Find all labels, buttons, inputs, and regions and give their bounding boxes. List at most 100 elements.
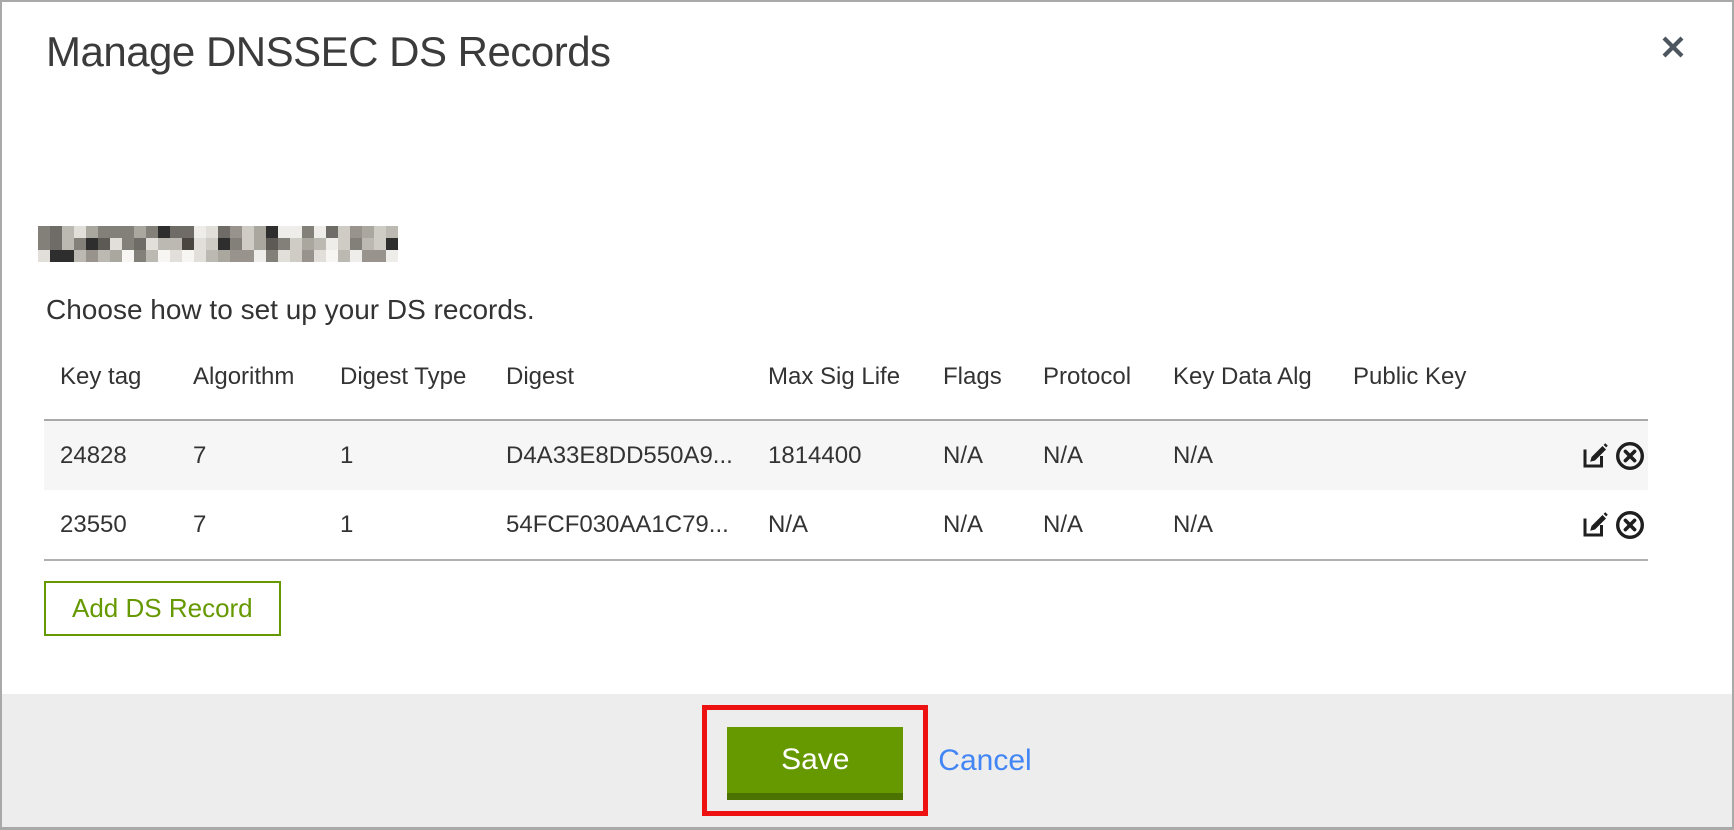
redacted-pixel: [362, 238, 374, 250]
redacted-pixel: [338, 250, 350, 262]
delete-record-button[interactable]: [1614, 440, 1646, 472]
redacted-pixel: [314, 238, 326, 250]
redacted-pixel: [326, 226, 338, 238]
redacted-pixel: [362, 250, 374, 262]
redacted-pixel: [158, 238, 170, 250]
redacted-pixel: [266, 226, 278, 238]
cell-key-tag: 24828: [44, 420, 177, 490]
redacted-pixel: [254, 226, 266, 238]
close-icon: [1659, 33, 1687, 61]
redacted-pixel: [254, 250, 266, 262]
annotation-red-box: Save: [702, 705, 928, 816]
delete-record-button[interactable]: [1614, 509, 1646, 541]
edit-record-icon: [1580, 509, 1611, 540]
cell-max-sig-life: N/A: [752, 490, 927, 560]
cell-protocol: N/A: [1027, 420, 1157, 490]
redacted-pixel: [230, 250, 242, 262]
redacted-pixel: [98, 226, 110, 238]
column-header-max-sig-life: Max Sig Life: [752, 335, 927, 420]
add-ds-record-button[interactable]: Add DS Record: [44, 581, 281, 636]
modal-footer: Save Cancel: [2, 694, 1732, 827]
edit-record-button[interactable]: [1579, 440, 1611, 472]
cell-protocol: N/A: [1027, 490, 1157, 560]
redacted-pixel: [290, 226, 302, 238]
column-header-protocol: Protocol: [1027, 335, 1157, 420]
cell-actions: [1515, 420, 1648, 490]
redacted-pixel: [374, 238, 386, 250]
redacted-pixel: [74, 238, 86, 250]
redacted-pixel: [350, 238, 362, 250]
redacted-pixel: [218, 226, 230, 238]
redacted-pixel: [74, 226, 86, 238]
redacted-pixel: [134, 250, 146, 262]
redacted-pixel: [230, 238, 242, 250]
cell-public-key: [1337, 490, 1515, 560]
instruction-text: Choose how to set up your DS records.: [46, 294, 1732, 326]
cell-max-sig-life: 1814400: [752, 420, 927, 490]
redacted-pixel: [386, 238, 398, 250]
edit-record-button[interactable]: [1579, 509, 1611, 541]
redacted-pixel: [374, 226, 386, 238]
redacted-pixel: [134, 238, 146, 250]
redacted-pixel: [110, 226, 122, 238]
redacted-pixel: [146, 250, 158, 262]
redacted-pixel: [50, 238, 62, 250]
redacted-pixel: [62, 250, 74, 262]
redacted-pixel: [206, 238, 218, 250]
save-button[interactable]: Save: [727, 727, 903, 800]
redacted-pixel: [230, 226, 242, 238]
column-header-algorithm: Algorithm: [177, 335, 324, 420]
redacted-pixel: [194, 226, 206, 238]
redacted-pixel: [242, 238, 254, 250]
redacted-pixel: [122, 226, 134, 238]
redacted-pixel: [38, 226, 50, 238]
redacted-pixel: [218, 250, 230, 262]
manage-dnssec-ds-records-modal: Manage DNSSEC DS Records Choose how to s…: [0, 0, 1734, 830]
cancel-link[interactable]: Cancel: [938, 744, 1031, 778]
redacted-pixel: [86, 250, 98, 262]
redacted-pixel: [290, 250, 302, 262]
redacted-pixel: [254, 238, 266, 250]
redacted-pixel: [86, 238, 98, 250]
cell-algorithm: 7: [177, 420, 324, 490]
redacted-pixel: [386, 226, 398, 238]
redacted-pixel: [194, 250, 206, 262]
cell-algorithm: 7: [177, 490, 324, 560]
redacted-pixel: [146, 226, 158, 238]
redacted-pixel: [146, 238, 158, 250]
redacted-pixel: [98, 250, 110, 262]
column-header-actions: [1515, 335, 1648, 420]
ds-records-table: Key tagAlgorithmDigest TypeDigestMax Sig…: [44, 335, 1648, 561]
cell-public-key: [1337, 420, 1515, 490]
redacted-pixel: [194, 238, 206, 250]
redacted-pixel: [206, 250, 218, 262]
close-button[interactable]: [1658, 32, 1688, 62]
cell-key-data-alg: N/A: [1157, 490, 1337, 560]
redacted-pixel: [362, 226, 374, 238]
redacted-pixel: [170, 250, 182, 262]
redacted-pixel: [122, 238, 134, 250]
redacted-pixel: [278, 226, 290, 238]
cell-flags: N/A: [927, 490, 1027, 560]
redacted-pixel: [170, 238, 182, 250]
cell-digest: D4A33E8DD550A9...: [490, 420, 752, 490]
redacted-pixel: [38, 250, 50, 262]
redacted-pixel: [314, 226, 326, 238]
redacted-pixel: [206, 226, 218, 238]
redacted-pixel: [134, 226, 146, 238]
redacted-pixel: [278, 238, 290, 250]
redacted-pixel: [86, 226, 98, 238]
cell-key-data-alg: N/A: [1157, 420, 1337, 490]
redacted-pixel: [50, 226, 62, 238]
redacted-pixel: [98, 238, 110, 250]
redacted-pixel: [302, 250, 314, 262]
redacted-pixel: [158, 226, 170, 238]
cell-flags: N/A: [927, 420, 1027, 490]
cell-key-tag: 23550: [44, 490, 177, 560]
redacted-pixel: [266, 250, 278, 262]
redacted-pixel: [38, 238, 50, 250]
cell-digest-type: 1: [324, 490, 490, 560]
redacted-pixel: [50, 250, 62, 262]
redacted-pixel: [170, 226, 182, 238]
redacted-pixel: [302, 226, 314, 238]
